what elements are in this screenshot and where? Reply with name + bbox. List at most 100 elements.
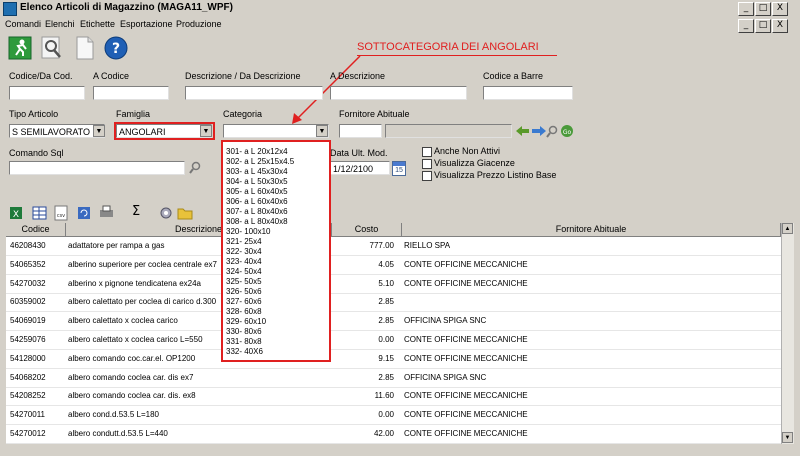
cell-fornitore: CONTE OFFICINE MECCANICHE xyxy=(404,353,528,363)
categoria-option[interactable]: 303- a L 45x30x4 xyxy=(226,167,288,176)
cell-codice: 54270011 xyxy=(10,410,45,420)
table-row[interactable]: 54128000 albero comando coc.car.el. OP120… xyxy=(6,350,781,369)
famiglia-dropdown-button[interactable]: ▼ xyxy=(200,125,212,137)
cell-fornitore: CONTE OFFICINE MECCANICHE xyxy=(404,259,528,269)
categoria-dropdown-button[interactable]: ▼ xyxy=(316,125,328,137)
visualizza-giacenze-checkbox[interactable] xyxy=(422,159,432,169)
categoria-option[interactable]: 308- a L 80x40x8 xyxy=(226,217,288,226)
descrizione-input[interactable] xyxy=(185,86,323,100)
menu-produzione[interactable]: Produzione xyxy=(176,19,222,29)
cell-costo: 0.00 xyxy=(378,410,394,420)
comando-sql-input[interactable] xyxy=(9,161,185,175)
cell-costo: 4.05 xyxy=(378,259,394,269)
help-icon[interactable]: ? xyxy=(104,36,128,60)
cell-costo: 2.85 xyxy=(378,316,394,326)
categoria-option[interactable]: 301- a L 20x12x4 xyxy=(226,147,288,156)
categoria-option[interactable]: 320- 100x10 xyxy=(226,227,270,236)
refresh-icon xyxy=(78,207,90,219)
categoria-option[interactable]: 326- 50x6 xyxy=(226,287,262,296)
a-descrizione-input[interactable] xyxy=(330,86,467,100)
categoria-option[interactable]: 323- 40x4 xyxy=(226,257,262,266)
calendar-day: 15 xyxy=(395,167,403,174)
svg-text:?: ? xyxy=(112,41,120,57)
cell-codice: 46208430 xyxy=(10,241,46,250)
data-ult-mod-input[interactable]: 1/12/2100 xyxy=(330,161,390,175)
calendar-icon[interactable]: 15 xyxy=(392,161,406,176)
descrizione-label: Descrizione / Da Descrizione xyxy=(185,71,301,81)
categoria-option[interactable]: 330- 80x6 xyxy=(226,327,262,336)
sql-search-icon[interactable] xyxy=(188,160,202,174)
column-header-fornitore[interactable]: Fornitore Abituale xyxy=(402,223,781,237)
maximize-button[interactable]: □ xyxy=(755,2,771,16)
fornitore-actions: Go xyxy=(516,125,573,138)
categoria-option[interactable]: 304- a L 50x30x5 xyxy=(226,177,288,186)
codice-barre-input[interactable] xyxy=(483,86,573,100)
table-row[interactable]: 54270012 albero condutt.d.53.5 L=440 42.00… xyxy=(6,425,781,444)
categoria-option[interactable]: 302- a L 25x15x4.5 xyxy=(226,157,294,166)
categoria-option[interactable]: 306- a L 60x40x6 xyxy=(226,197,288,206)
categoria-option[interactable]: 321- 25x4 xyxy=(226,237,262,246)
cell-codice: 54270012 xyxy=(10,429,46,438)
visualizza-prezzo-checkbox[interactable] xyxy=(422,171,432,181)
data-ult-mod-label: Data Ult. Mod. xyxy=(330,148,388,158)
famiglia-select[interactable]: ANGOLARI xyxy=(116,124,212,138)
fornitore-code-input[interactable] xyxy=(339,124,382,138)
table-row[interactable]: 60359002 albero calettato per coclea di c… xyxy=(6,293,781,313)
categoria-option[interactable]: 322- 30x4 xyxy=(226,247,262,256)
cell-descrizione: albero cond.d.53.5 L=180 xyxy=(68,410,159,420)
column-header-codice[interactable]: Codice xyxy=(6,223,66,237)
anche-non-attivi-checkbox[interactable] xyxy=(422,147,432,157)
table-row[interactable]: 54259076 albero calettato x coclea carico… xyxy=(6,331,781,350)
cell-descrizione: albero comando coclea car. dis ex7 xyxy=(68,372,194,382)
menu-elenchi[interactable]: Elenchi xyxy=(45,19,75,29)
tipo-articolo-dropdown-button[interactable]: ▼ xyxy=(93,125,105,137)
title-bar: Elenco Articoli di Magazzino (MAGA11_WPF… xyxy=(0,0,800,17)
table-row[interactable]: 54270032 alberino x pignone tendicatena e… xyxy=(6,275,781,294)
categoria-option[interactable]: 328- 60x8 xyxy=(226,307,262,316)
cell-fornitore: CONTE OFFICINE MECCANICHE xyxy=(404,278,528,288)
arrow-left-icon xyxy=(516,126,529,136)
scroll-up-button[interactable]: ▲ xyxy=(782,223,793,234)
categoria-select[interactable] xyxy=(223,124,329,138)
menu-comandi[interactable]: Comandi xyxy=(5,19,41,29)
a-codice-input[interactable] xyxy=(93,86,169,100)
minimize-button[interactable]: _ xyxy=(738,2,754,16)
cell-costo: 777.00 xyxy=(369,241,394,250)
table-row[interactable]: 54069019 albero calettato x coclea carico… xyxy=(6,312,781,332)
categoria-option[interactable]: 324- 50x4 xyxy=(226,267,262,276)
categoria-option[interactable]: 327- 60x6 xyxy=(226,297,262,306)
codice-da-label: Codice/Da Cod. xyxy=(9,71,73,81)
categoria-option[interactable]: 307- a L 80x40x6 xyxy=(226,207,288,216)
tipo-articolo-select[interactable]: S SEMILAVORATO xyxy=(9,124,105,138)
new-document-icon[interactable] xyxy=(73,36,97,60)
app-icon xyxy=(3,2,17,16)
cell-codice: 54068202 xyxy=(10,372,46,382)
table-row[interactable]: 54065352 alberino superiore per coclea ce… xyxy=(6,256,781,275)
table-row[interactable]: 54270011 albero cond.d.53.5 L=180 0.00 CONT… xyxy=(6,406,781,426)
exit-icon[interactable] xyxy=(8,36,32,60)
cell-fornitore: CONTE OFFICINE MECCANICHE xyxy=(404,391,528,401)
table-row[interactable]: 46208430 adattatore per rampa a gas 777.00… xyxy=(6,237,781,256)
table-row[interactable]: 54068202 albero comando coclea car. dis e… xyxy=(6,369,781,388)
close-button[interactable]: X xyxy=(772,2,788,16)
cell-codice: 54065352 xyxy=(10,259,46,269)
menu-esportazione[interactable]: Esportazione xyxy=(120,19,173,29)
categoria-option[interactable]: 331- 80x8 xyxy=(226,337,262,346)
table-row[interactable]: 54208252 albero comando coclea car. dis. … xyxy=(6,387,781,407)
categoria-option[interactable]: 332- 40X6 xyxy=(226,347,263,356)
sum-icon[interactable]: Σ xyxy=(132,204,140,219)
column-header-costo[interactable]: Costo xyxy=(332,223,402,237)
categoria-option[interactable]: 325- 50x5 xyxy=(226,277,262,286)
print-icon xyxy=(100,205,113,217)
annotation-label: SOTTOCATEGORIA DEI ANGOLARI xyxy=(357,41,539,53)
grid-scrollbar[interactable]: ▲ ▼ xyxy=(781,223,794,444)
cell-costo: 9.15 xyxy=(378,353,394,363)
scroll-down-button[interactable]: ▼ xyxy=(782,432,793,443)
search-icon[interactable] xyxy=(40,36,64,60)
menu-etichette[interactable]: Etichette xyxy=(80,19,115,29)
cell-costo: 11.60 xyxy=(374,391,394,401)
codice-da-input[interactable] xyxy=(9,86,85,100)
anche-non-attivi-label: Anche Non Attivi xyxy=(434,146,501,156)
categoria-option[interactable]: 305- a L 60x40x5 xyxy=(226,187,288,196)
categoria-option[interactable]: 329- 60x10 xyxy=(226,317,266,326)
